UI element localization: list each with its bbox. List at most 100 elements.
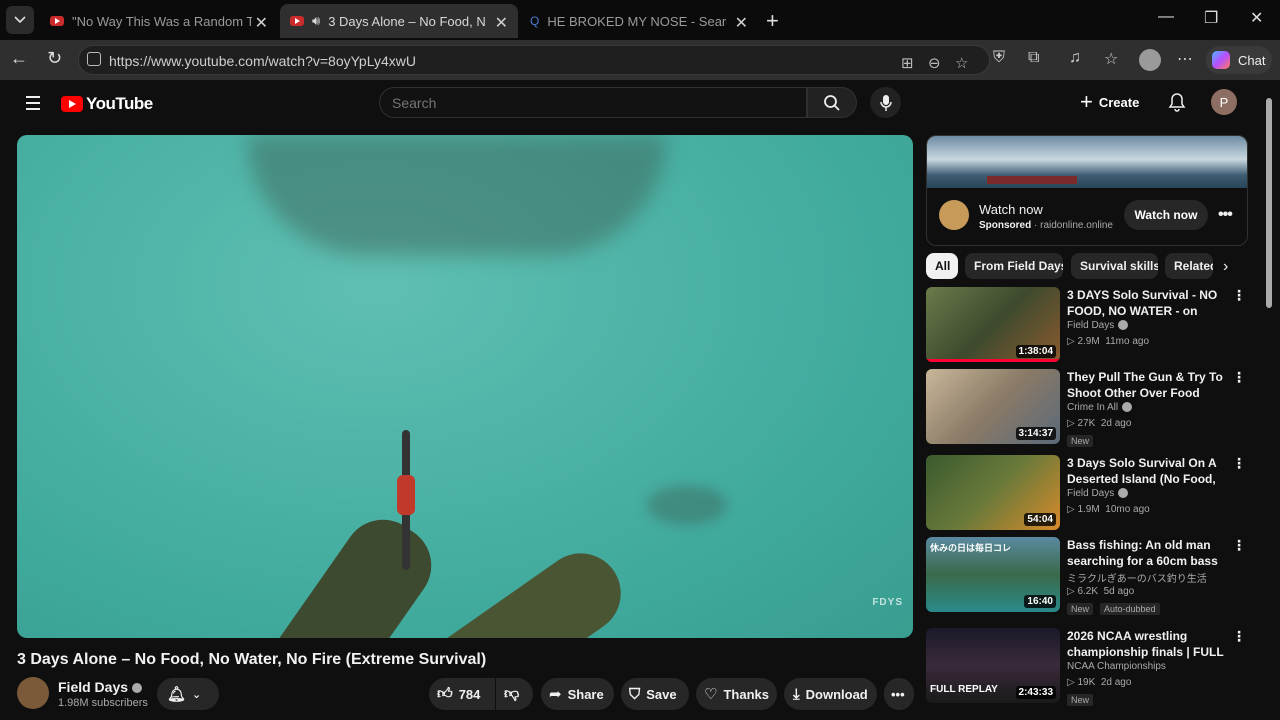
new-tab-button[interactable]: + [766,8,779,34]
copilot-chat-button[interactable]: Chat [1206,46,1272,74]
favorite-star-icon[interactable]: ☆ [955,54,968,72]
recommendation-title[interactable]: 2026 NCAA wrestling championship finals … [1067,628,1231,660]
chevron-down-icon [14,16,26,24]
share-button[interactable]: ➦ Share [541,678,614,710]
chip-from-channel[interactable]: From Field Days [965,253,1063,279]
recommendation-title[interactable]: 3 Days Solo Survival On A Deserted Islan… [1067,455,1231,487]
browser-tab-strip: "No Way This Was a Random Traff ✕ 🔊︎ 3 D… [0,0,1280,40]
extension-adblock-icon[interactable]: ⛨ [993,49,1005,67]
video-thumbnail[interactable]: 54:04 [926,455,1060,530]
channel-text: Field Days [1067,320,1115,331]
subscription-notification-button[interactable]: 🔔︎ ⌄ [157,678,219,710]
favorites-icon[interactable]: ☆ [1104,49,1118,69]
page-scrollbar[interactable] [1264,84,1274,714]
ad-domain: raidonline.online [1040,220,1113,231]
restore-button[interactable]: ❐ [1204,8,1218,28]
upload-age: 11mo ago [1105,336,1150,347]
channel-avatar[interactable] [17,677,49,709]
sponsored-ad-card[interactable]: Watch now Sponsored · raidonline.online … [926,135,1248,246]
tab-title: 3 Days Alone – No Food, No W [328,13,486,29]
create-label: Create [1098,94,1140,110]
search-box[interactable] [379,87,807,118]
ad-banner-image[interactable] [927,136,1247,188]
recommendation-title[interactable]: 3 DAYS Solo Survival - NO FOOD, NO WATER… [1067,287,1231,319]
more-icon[interactable]: ⋮ [1232,537,1246,554]
app-available-icon[interactable]: ⊞ [901,54,914,72]
ad-more-icon[interactable]: ••• [1218,206,1233,224]
new-badge: New [1067,603,1094,615]
dislike-button[interactable]: 👎︎ [496,678,533,710]
more-icon[interactable]: ⋮ [1232,628,1246,645]
extensions-icon[interactable]: ⧉ [1028,49,1039,67]
search-input[interactable] [380,88,806,117]
upload-age: 5d ago [1103,586,1135,597]
recommendation-item[interactable]: FULL REPLAY 2:43:33 2026 NCAA wrestling … [926,628,1266,708]
view-count: 2.9M [1077,336,1100,347]
media-control-icon[interactable]: ♫ [1069,49,1081,67]
channel-name[interactable]: Field Days [58,679,143,695]
browser-toolbar: ← ↻ https://www.youtube.com/watch?v=8oyY… [0,40,1280,80]
browser-tab-3[interactable]: Q HE BROKED MY NOSE - Search ✕ [520,4,758,38]
recommendation-item[interactable]: 休みの日は毎日コレ 16:40 Bass fishing: An old man… [926,537,1266,617]
save-button[interactable]: ⛉ Save [621,678,689,710]
chip-survival-skills[interactable]: Survival skills [1071,253,1158,279]
more-icon[interactable]: ⋮ [1232,455,1246,472]
advertiser-avatar [939,200,969,230]
guide-menu-icon[interactable] [26,96,40,114]
recommendation-channel: Field Days [1067,320,1129,331]
youtube-logo[interactable]: YouTube [61,94,153,114]
ad-title[interactable]: Watch now [979,202,1043,217]
thanks-button[interactable]: ♡ Thanks [696,678,777,710]
video-thumbnail[interactable]: 1:38:04 [926,287,1060,362]
upload-age: 2d ago [1100,677,1132,688]
close-window-button[interactable]: ✕ [1250,8,1263,28]
auto-dubbed-badge: Auto-dubbed [1100,603,1160,615]
recommendation-title[interactable]: Bass fishing: An old man searching for a… [1067,537,1231,569]
zoom-icon[interactable]: ⊖ [928,54,941,72]
recommendation-item[interactable]: 54:04 3 Days Solo Survival On A Deserted… [926,455,1266,535]
recommendation-title[interactable]: They Pull The Gun & Try To Shoot Other O… [1067,369,1231,401]
recommendation-item[interactable]: 1:38:04 3 DAYS Solo Survival - NO FOOD, … [926,287,1266,367]
notifications-button[interactable] [1168,92,1186,117]
verified-badge-icon [1118,320,1129,331]
recommendation-channel: ミラクルぎあーのバス釣り生活 [1067,574,1207,585]
site-info-icon[interactable] [87,52,101,66]
more-actions-button[interactable]: ••• [884,678,914,710]
minimize-button[interactable]: — [1158,8,1174,26]
account-avatar[interactable]: P [1211,89,1237,115]
ad-watch-now-button[interactable]: Watch now [1124,200,1208,230]
video-thumbnail[interactable]: FULL REPLAY 2:43:33 [926,628,1060,703]
search-button[interactable] [807,87,857,118]
close-tab-icon[interactable]: ✕ [735,13,748,33]
download-button[interactable]: ⤓ Download [784,678,877,710]
voice-search-button[interactable] [870,87,901,118]
settings-more-icon[interactable]: ⋯ [1177,49,1193,69]
view-count: 6.2K [1077,586,1099,597]
close-tab-icon[interactable]: ✕ [255,13,268,33]
browser-profile-avatar[interactable] [1139,49,1161,71]
close-tab-icon[interactable]: ✕ [495,13,508,33]
more-icon[interactable]: ⋮ [1232,369,1246,386]
youtube-favicon-icon [290,16,304,26]
create-button[interactable]: + Create [1080,88,1139,116]
address-bar[interactable]: https://www.youtube.com/watch?v=8oyYpLy4… [78,45,990,75]
recommendation-item[interactable]: 3:14:37 They Pull The Gun & Try To Shoot… [926,369,1266,449]
speaker-icon[interactable]: 🔊︎ [312,13,320,29]
download-icon: ⤓ [793,685,800,703]
chips-next-icon[interactable]: › [1223,258,1228,276]
chip-related[interactable]: Related [1165,253,1213,279]
youtube-favicon-icon [50,16,64,26]
video-thumbnail[interactable]: 3:14:37 [926,369,1060,444]
chip-all[interactable]: All [926,253,958,279]
view-count: 19K [1077,677,1096,688]
channel-name-text[interactable]: Field Days [58,679,128,695]
browser-tab-2[interactable]: 🔊︎ 3 Days Alone – No Food, No W ✕ [280,4,518,38]
video-player[interactable]: FDYS [17,135,913,638]
like-button[interactable]: 👍︎ 784 [429,678,495,710]
video-thumbnail[interactable]: 休みの日は毎日コレ 16:40 [926,537,1060,612]
browser-tab-1[interactable]: "No Way This Was a Random Traff ✕ [40,4,278,38]
more-icon[interactable]: ⋮ [1232,287,1246,304]
tab-actions-menu[interactable] [6,6,34,34]
back-button[interactable]: ← [10,48,28,69]
refresh-button[interactable]: ↻ [47,48,62,69]
